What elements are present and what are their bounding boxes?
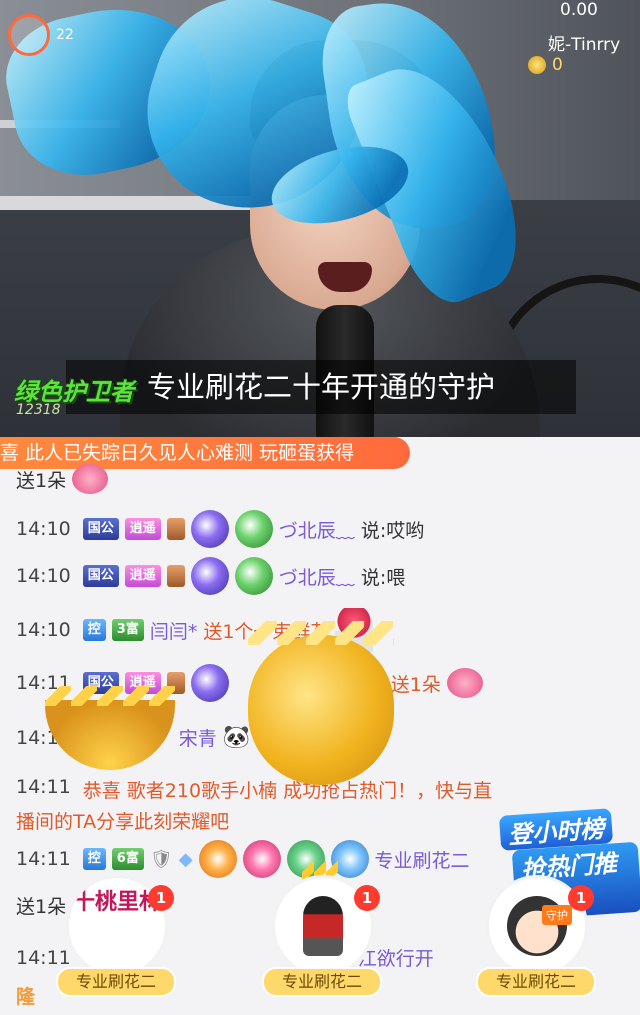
system-message-text: 恭喜 歌者210歌手小楠 成功抢占热门！，快与直 — [82, 780, 493, 802]
guard-count-badge: 1 — [568, 885, 594, 911]
message-time: 14:10 — [16, 518, 71, 540]
noble-tag: 国公 — [82, 565, 119, 587]
guard-name: 专业刷花二 — [476, 967, 596, 997]
shield-icon: 🛡 — [149, 848, 173, 870]
message-text: 说:喂 — [360, 566, 406, 589]
bronze-icon — [166, 518, 185, 540]
guard-caption: 专业刷花二十年开通的守护 — [66, 360, 576, 414]
avatar-figure — [303, 896, 343, 956]
chat-message: 14:11 控 6富 🛡 ◆ 专业刷花二 — [16, 840, 470, 878]
message-text: 送1朵 — [390, 673, 441, 696]
guard-avatar[interactable]: 十桃里林 1 专业刷花二 — [56, 875, 176, 1015]
guard-count-badge: 1 — [354, 885, 380, 911]
message-text: 说:哎哟 — [360, 519, 425, 542]
chat-fragment: 隆 — [16, 986, 36, 1008]
medal-king-icon — [190, 664, 229, 702]
noble-tag: 国公 — [82, 518, 119, 540]
notice-banner-text: 喜 此人已失踪日久见人心难测 玩砸蛋获得 — [0, 442, 355, 464]
hot-list-badge[interactable]: 登小时榜 抢热门推荐 — [498, 808, 640, 921]
bronze-icon — [166, 565, 185, 587]
golden-egg-icon[interactable] — [248, 621, 394, 785]
user-nickname[interactable]: づ北辰﹏ — [279, 563, 355, 590]
guard-count-badge: 1 — [148, 885, 174, 911]
control-tag: 控 — [82, 848, 106, 870]
medal-king-icon — [190, 557, 229, 595]
message-time: 14:11 — [16, 776, 71, 798]
system-message-text: 播间的TA分享此刻荣耀吧 — [16, 811, 230, 833]
coin-row[interactable]: 0 — [528, 55, 563, 75]
coin-score: 0.00 — [560, 0, 598, 20]
user-nickname[interactable]: 闫闫* — [150, 617, 198, 644]
rose-gift-icon — [72, 464, 109, 494]
viewer-count: 22 — [56, 27, 74, 43]
guard-avatar[interactable]: 守护 1 专业刷花二 — [476, 875, 596, 1015]
guard-level-number: 12318 — [16, 402, 61, 418]
medal-wei-icon — [234, 510, 273, 548]
message-time: 14:10 — [16, 619, 71, 641]
chat-message: 14:11 恭喜 歌者210歌手小楠 成功抢占热门！，快与直 播间的TA分享此刻… — [16, 776, 492, 834]
message-text: 送1朵 — [16, 469, 67, 492]
level-tag: 逍遥 — [124, 518, 161, 540]
guard-name: 专业刷花二 — [262, 967, 382, 997]
message-time: 14:10 — [16, 565, 71, 587]
chat-message: 送1朵 — [16, 464, 109, 494]
message-time: 14:11 — [16, 848, 71, 870]
coin-value: 0 — [552, 55, 563, 75]
user-nickname[interactable]: づ北辰﹏ — [279, 516, 355, 543]
level-tag: 逍遥 — [124, 565, 161, 587]
medal-wei-icon — [234, 557, 273, 595]
user-nickname[interactable]: 专业刷花二 — [375, 846, 470, 873]
guard-tag: 守护 — [542, 905, 572, 925]
diamond-icon: ◆ — [178, 848, 193, 870]
panda-emoji-icon: 🐼 — [222, 725, 251, 750]
room-avatar-icon[interactable] — [8, 14, 50, 56]
room-info[interactable]: 22 — [8, 14, 74, 56]
guard-avatar[interactable]: 1 专业刷花二 — [262, 861, 382, 1015]
wealth-tag: 3富 — [111, 619, 144, 641]
control-tag: 控 — [82, 619, 106, 641]
coin-icon — [528, 56, 546, 74]
message-line: 14:11 恭喜 歌者210歌手小楠 成功抢占热门！，快与直 — [16, 776, 492, 803]
guard-name: 专业刷花二 — [56, 967, 176, 997]
medal-qianbao-icon — [242, 840, 281, 878]
chat-message: 14:10 国公 逍遥 づ北辰﹏ 说:喂 — [16, 557, 405, 595]
medal-buchaqian-icon — [198, 840, 237, 878]
chat-message: 14:10 国公 逍遥 づ北辰﹏ 说:哎哟 — [16, 510, 424, 548]
medal-king-icon — [190, 510, 229, 548]
rose-gift-icon — [446, 668, 483, 698]
wealth-tag: 6富 — [111, 848, 144, 870]
user-nickname[interactable]: 宋青 — [179, 724, 217, 751]
golden-egg-shell-icon — [45, 686, 175, 770]
live-video[interactable]: 22 0.00 妮-Tinrry 0 专业刷花二十年开通的守护 绿色护卫者 12… — [0, 0, 640, 437]
anchor-name[interactable]: 妮-Tinrry — [548, 30, 620, 55]
